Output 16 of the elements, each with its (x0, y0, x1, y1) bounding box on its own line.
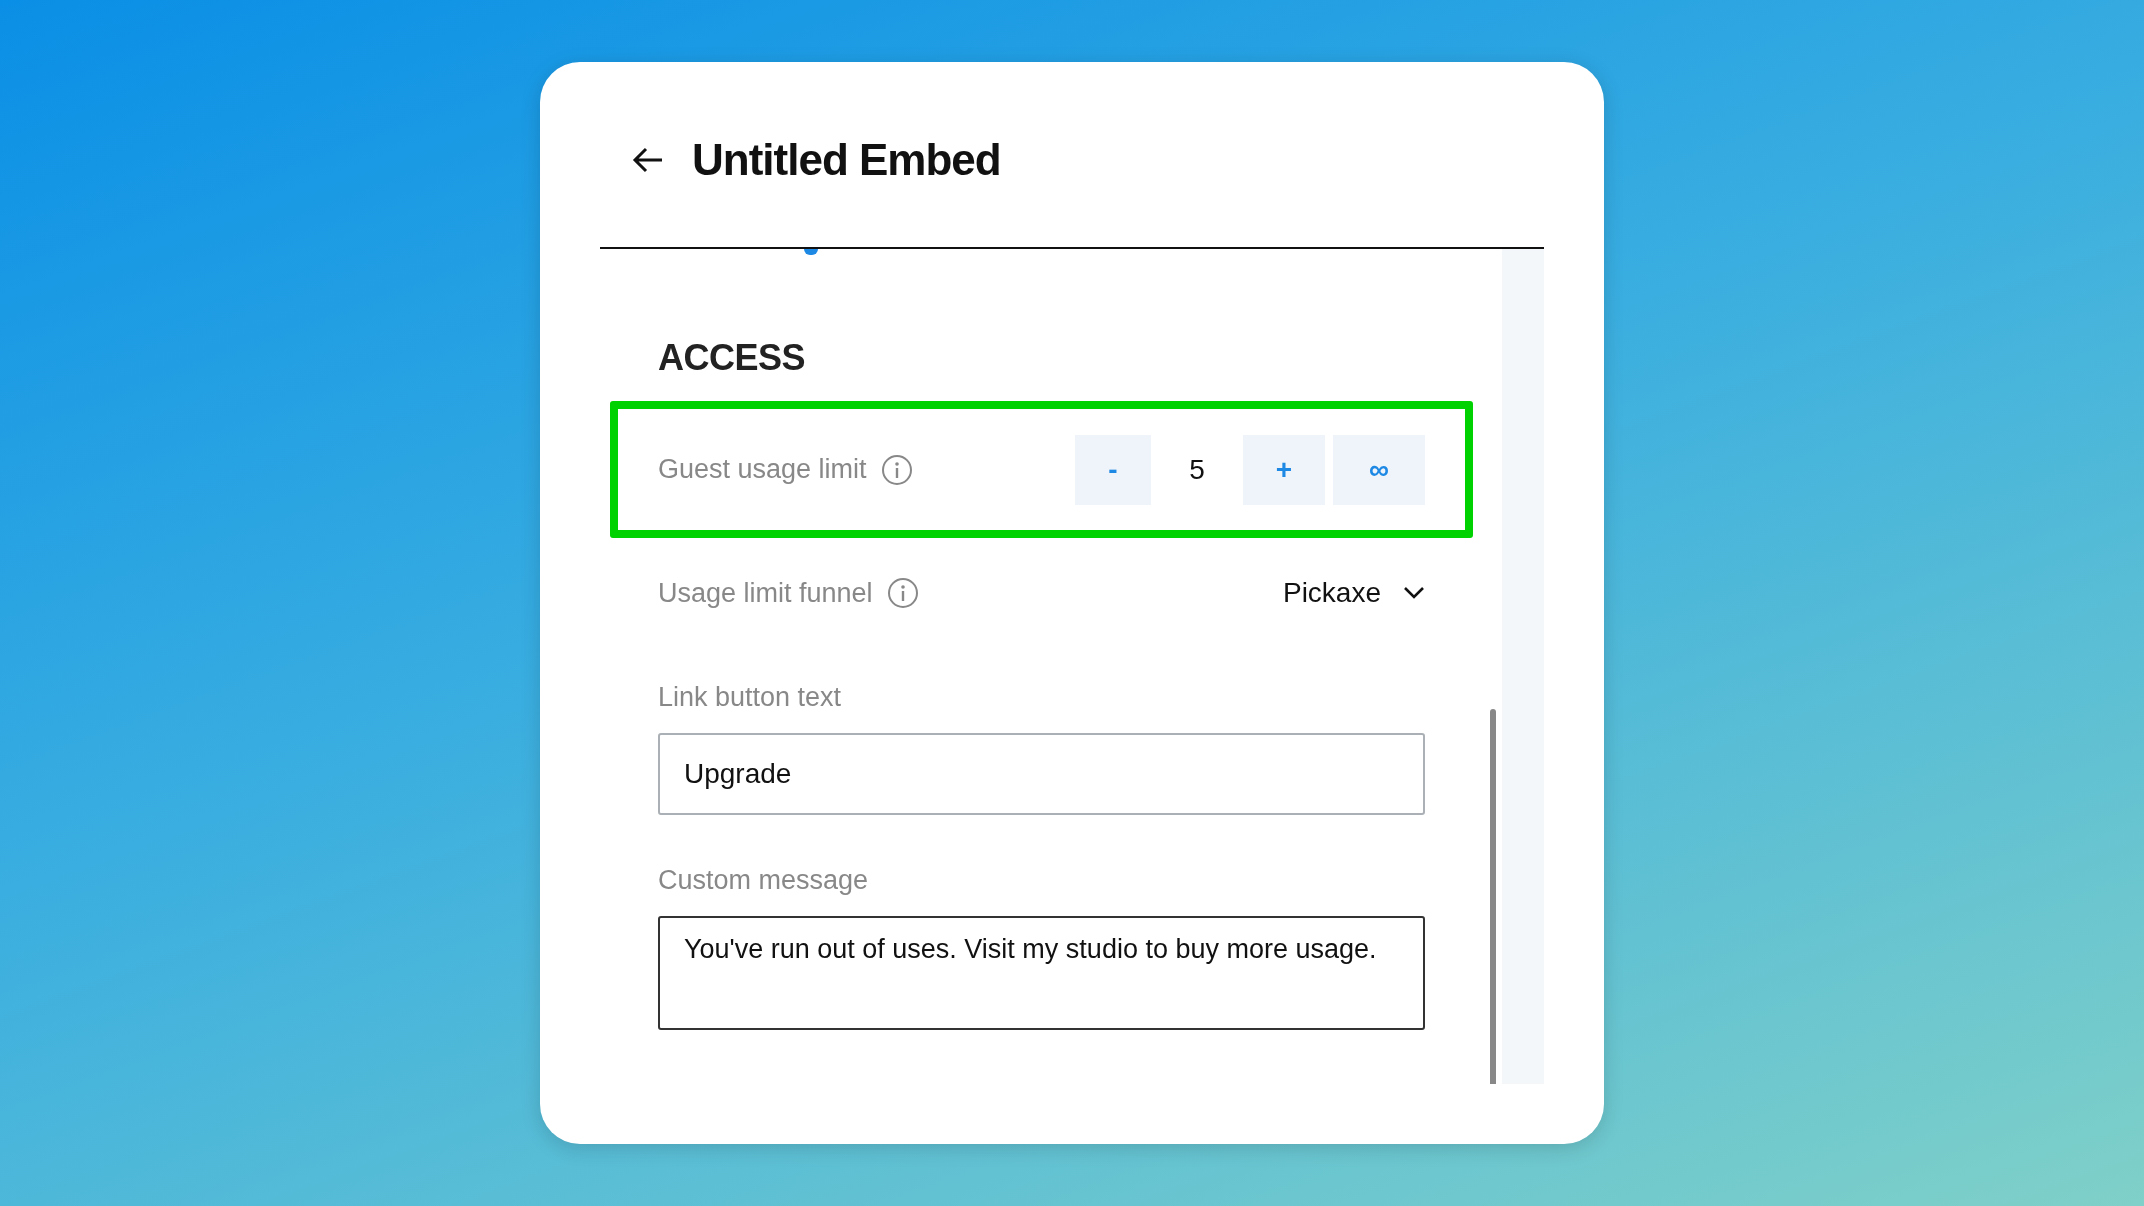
funnel-dropdown[interactable]: Pickaxe (1282, 577, 1425, 609)
field-label: Link button text (658, 682, 843, 713)
window-title: Untitled Embed (692, 134, 1001, 185)
info-icon[interactable] (880, 453, 913, 486)
scrollbar[interactable] (1490, 709, 1496, 1084)
info-icon[interactable] (886, 577, 919, 609)
field-label: Custom message (658, 865, 870, 896)
setting-label: Guest usage limit (658, 454, 867, 485)
setting-label: Usage limit funnel (658, 577, 873, 609)
stepper-value: 5 (1188, 453, 1206, 486)
input-field[interactable]: Upgrade (658, 733, 1425, 815)
section-title: ACCESS (658, 337, 807, 379)
message-field[interactable]: You've run out of uses. Visit my studio to buy more usage. (658, 916, 1425, 1030)
chevron-down-icon[interactable] (1403, 586, 1425, 600)
tab-indicator (804, 249, 818, 255)
back-arrow-icon[interactable] (632, 145, 664, 174)
